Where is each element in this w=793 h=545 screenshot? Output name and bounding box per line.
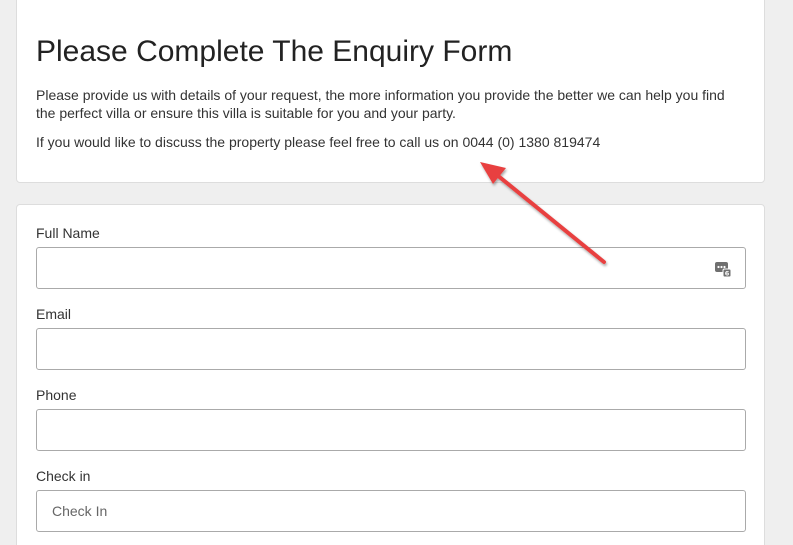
enquiry-form: Full Name 6 Email Phone Check in bbox=[16, 204, 765, 545]
intro-description: Please provide us with details of your r… bbox=[36, 87, 725, 121]
phone-input[interactable] bbox=[36, 409, 746, 451]
password-manager-icon[interactable]: 6 bbox=[714, 260, 732, 278]
intro-call-text: If you would like to discuss the propert… bbox=[36, 134, 601, 150]
page-title: Please Complete The Enquiry Form bbox=[36, 35, 513, 68]
check-in-input[interactable] bbox=[36, 490, 746, 532]
phone-label: Phone bbox=[36, 387, 77, 403]
check-in-label: Check in bbox=[36, 468, 91, 484]
email-label: Email bbox=[36, 306, 72, 322]
full-name-input[interactable] bbox=[36, 247, 746, 289]
page: Please Complete The Enquiry Form Please … bbox=[0, 0, 793, 545]
full-name-label: Full Name bbox=[36, 225, 100, 241]
email-input[interactable] bbox=[36, 328, 746, 370]
intro-card: Please Complete The Enquiry Form Please … bbox=[16, 0, 765, 183]
svg-text:6: 6 bbox=[725, 270, 730, 278]
